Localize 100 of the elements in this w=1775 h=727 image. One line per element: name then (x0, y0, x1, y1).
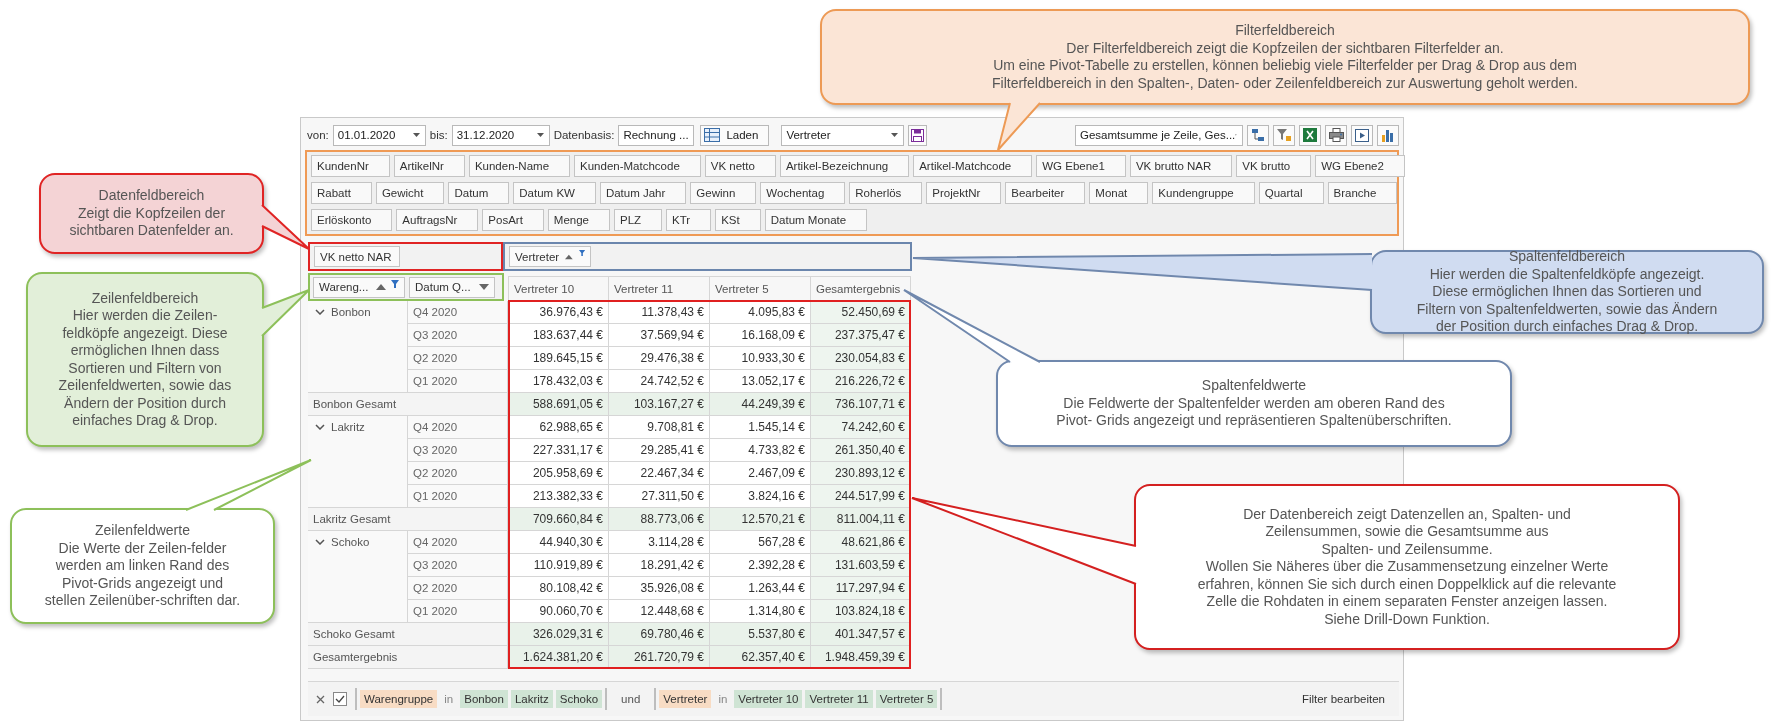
filter-field-header[interactable]: Monat (1089, 182, 1149, 204)
chart-button[interactable] (1377, 124, 1399, 146)
filter-field-header[interactable]: ArtikelNr (393, 155, 465, 177)
filter-field-header[interactable]: Artikel-Matchcode (913, 155, 1033, 177)
filter-field-header[interactable]: PosArt (482, 209, 544, 231)
field-dropdown[interactable]: Vertreter (781, 124, 905, 146)
field-tag[interactable]: Warengruppe (360, 690, 438, 708)
filter-field-header[interactable]: KSt (715, 209, 761, 231)
table-icon (704, 128, 721, 142)
value-tag[interactable]: Vertreter 11 (805, 690, 873, 708)
value-tag[interactable]: Bonbon (460, 690, 508, 708)
field-header[interactable]: Wareng... (313, 276, 405, 298)
column-header[interactable]: Vertreter 11 (609, 276, 710, 301)
date-field[interactable]: 01.01.2020 (332, 124, 426, 146)
filter-button[interactable] (1273, 124, 1295, 146)
value-cell: 189.645,15 € (508, 347, 609, 370)
field-tag[interactable]: Vertreter (659, 690, 712, 708)
close-icon[interactable] (316, 694, 325, 704)
checkbox[interactable] (333, 692, 347, 706)
value-tag[interactable]: Vertreter 10 (734, 690, 803, 708)
filter-field-header[interactable]: Branche (1327, 182, 1398, 204)
total-cell: 811.004,11 € (811, 508, 911, 531)
data-field-header[interactable]: VK netto NAR (314, 246, 400, 267)
filter-field-header[interactable]: KTr (666, 209, 712, 231)
total-cell: 709.660,84 € (508, 508, 609, 531)
value-cell: 62.988,65 € (508, 416, 609, 439)
filter-field-header[interactable]: Menge (547, 209, 610, 231)
filter-field-header[interactable]: VK brutto NAR (1129, 155, 1233, 177)
callout-text: Datenfeldbereich Zeigt die Kopfzeilen der sichtbaren Datenfelder an. (69, 187, 234, 240)
total-cell: 69.780,46 € (609, 623, 710, 646)
filter-field-header[interactable]: WG Ebene2 (1315, 155, 1405, 177)
total-cell: 5.537,80 € (710, 623, 811, 646)
print-button[interactable] (1325, 124, 1347, 146)
chevron-down-icon (315, 309, 325, 315)
value-cell: 103.824,18 € (811, 600, 911, 623)
filter-field-header[interactable]: Datum KW (513, 182, 596, 204)
filter-field-header[interactable]: Artikel-Bezeichnung (779, 155, 910, 177)
group-toggle[interactable] (313, 421, 327, 433)
filter-field-header[interactable]: Bearbeiter (1005, 182, 1086, 204)
row-total-label: Bonbon Gesamt (308, 393, 508, 416)
value-tag[interactable]: Lakritz (510, 690, 553, 708)
caret-icon (891, 133, 899, 137)
filter-field-header[interactable]: ProjektNr (926, 182, 1002, 204)
value-cell: 230.893,12 € (811, 462, 911, 485)
filter-field-header[interactable]: Datum Jahr (599, 182, 687, 204)
value-cell: 35.926,08 € (609, 577, 710, 600)
filter-field-header[interactable]: Erlöskonto (311, 209, 393, 231)
row-value-label: Q4 2020 (408, 301, 508, 324)
filter-field-header[interactable]: Roherlös (849, 182, 923, 204)
data-basis-dropdown[interactable]: Rechnung ... (618, 124, 695, 146)
edit-filter-link[interactable]: Filter bearbeiten (1301, 693, 1385, 705)
column-header[interactable]: Vertreter 10 (508, 276, 609, 301)
save-button[interactable] (908, 124, 928, 146)
filter-field-header[interactable]: Datum Monate (764, 209, 868, 231)
excel-export-button[interactable] (1299, 124, 1321, 146)
field-header[interactable]: Datum Q... (409, 276, 495, 298)
total-cell: 261.720,79 € (609, 646, 710, 669)
field-header[interactable]: Vertreter (509, 246, 591, 267)
filter-field-header[interactable]: PLZ (614, 209, 663, 231)
row-value-label: Q1 2020 (408, 600, 508, 623)
value-cell: 74.242,60 € (811, 416, 911, 439)
filter-field-header[interactable]: Rabatt (311, 182, 372, 204)
play-button[interactable] (1351, 124, 1373, 146)
filter-field-header[interactable]: Kundengruppe (1152, 182, 1255, 204)
value-cell: 3.114,28 € (609, 531, 710, 554)
group-toggle[interactable] (313, 306, 327, 318)
filter-field-header[interactable]: KundenNr (311, 155, 390, 177)
filter-field-header[interactable]: Gewicht (375, 182, 445, 204)
load-button[interactable]: Laden (700, 124, 770, 146)
column-header[interactable]: Gesamtergebnis (811, 276, 911, 301)
group-toggle[interactable] (313, 536, 327, 548)
filter-field-header[interactable]: Kunden-Name (468, 155, 571, 177)
row-value-label: Q4 2020 (408, 416, 508, 439)
filter-field-header[interactable]: Quartal (1258, 182, 1324, 204)
filter-field-header[interactable]: Gewinn (690, 182, 757, 204)
operator-label: in (717, 693, 729, 705)
play-icon (1355, 128, 1369, 142)
total-cell: 44.249,39 € (710, 393, 811, 416)
value-cell: 3.824,16 € (710, 485, 811, 508)
callout-text: Zeilenfeldbereich Hier werden die Zeilen- feldköpfe angezeigt. Diese ermöglichen Ihnen dass Sortieren und Filtern von Zeilenfeldwerten, sowie das Ändern der Position durch einfaches Drag & Drop. (58, 289, 232, 430)
column-header[interactable]: Vertreter 5 (710, 276, 811, 301)
filter-field-header[interactable]: Wochentag (760, 182, 846, 204)
value-tag[interactable]: Schoko (555, 690, 603, 708)
filter-field-header[interactable]: AuftragsNr (396, 209, 479, 231)
row-value-label: Q3 2020 (408, 554, 508, 577)
value-cell: 2.467,09 € (710, 462, 811, 485)
filter-field-header[interactable]: WG Ebene1 (1036, 155, 1126, 177)
field-list-button[interactable] (1247, 124, 1269, 146)
value-tag[interactable]: Vertreter 5 (875, 690, 938, 708)
filter-field-header[interactable]: Datum (448, 182, 510, 204)
filter-field-header[interactable]: VK brutto (1236, 155, 1312, 177)
summary-dropdown[interactable]: Gesamtsumme je Zeile, Ges... (1075, 124, 1243, 146)
date-field[interactable]: 31.12.2020 (451, 124, 550, 146)
filter-icon (391, 279, 399, 288)
row-total-label: Schoko Gesamt (308, 623, 508, 646)
filter-field-header[interactable]: Kunden-Matchcode (574, 155, 701, 177)
value-cell: 216.226,72 € (811, 370, 911, 393)
filter-field-header[interactable]: VK netto (704, 155, 776, 177)
value-cell: 80.108,42 € (508, 577, 609, 600)
total-cell: 62.357,40 € (710, 646, 811, 669)
